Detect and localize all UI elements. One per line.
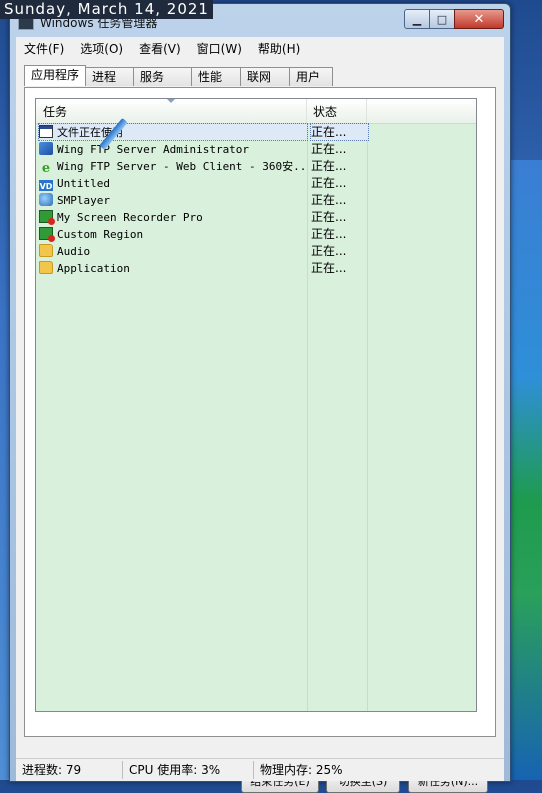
folder-icon — [39, 261, 53, 274]
task-status: 正在... — [311, 261, 347, 275]
memory-usage: 物理内存: 25% — [260, 763, 343, 777]
list-header: 任务 状态 — [36, 99, 476, 124]
recorder-icon — [39, 227, 55, 242]
maximize-button[interactable]: □ — [429, 9, 455, 29]
task-status: 正在... — [311, 244, 347, 258]
task-name: Untitled — [57, 177, 110, 190]
process-count: 进程数: 79 — [16, 761, 123, 779]
table-row[interactable]: 文件正在使用 正在... — [36, 123, 476, 141]
tab-services[interactable]: 服务 — [133, 67, 193, 86]
table-row[interactable]: Custom Region 正在... — [36, 226, 476, 243]
tab-applications[interactable]: 应用程序 — [24, 65, 87, 86]
task-name: SMPlayer — [57, 194, 110, 207]
task-status: 正在... — [310, 123, 369, 141]
column-header-status[interactable]: 状态 — [307, 99, 367, 123]
menu-bar: 文件(F) 选项(O) 查看(V) 窗口(W) 帮助(H) — [16, 37, 504, 59]
wing-ftp-icon — [39, 142, 53, 155]
task-name: My Screen Recorder Pro — [57, 211, 203, 224]
cpu-usage: CPU 使用率: 3% — [123, 761, 254, 779]
tab-strip: 应用程序 进程 服务 性能 联网 用户 — [24, 65, 334, 87]
date-overlay: Sunday, March 14, 2021 — [0, 0, 213, 19]
task-name: Wing FTP Server Administrator — [57, 143, 250, 156]
smplayer-icon — [39, 193, 53, 206]
task-status: 正在... — [311, 159, 347, 173]
tab-users[interactable]: 用户 — [289, 67, 334, 86]
task-status: 正在... — [311, 227, 347, 241]
maximize-icon: □ — [436, 12, 448, 26]
menu-help[interactable]: 帮助(H) — [250, 40, 308, 57]
window-icon — [39, 125, 53, 138]
table-row[interactable]: SMPlayer 正在... — [36, 192, 476, 209]
table-row[interactable]: Audio 正在... — [36, 243, 476, 260]
applications-panel: 任务 状态 文件正在使用 正在... Wing FTP Server Admin… — [24, 87, 496, 737]
vd-icon: VD — [39, 180, 53, 191]
minimize-button[interactable]: ▁ — [404, 9, 430, 29]
tab-networking[interactable]: 联网 — [240, 67, 291, 86]
task-status: 正在... — [311, 210, 347, 224]
task-status: 正在... — [311, 193, 347, 207]
table-row[interactable]: e Wing FTP Server - Web Client - 360安... … — [36, 158, 476, 175]
task-name: Wing FTP Server - Web Client - 360安... — [57, 160, 307, 173]
tab-performance[interactable]: 性能 — [191, 67, 242, 86]
task-list[interactable]: 任务 状态 文件正在使用 正在... Wing FTP Server Admin… — [35, 98, 477, 712]
table-row[interactable]: My Screen Recorder Pro 正在... — [36, 209, 476, 226]
ie-icon: e — [41, 161, 51, 174]
task-name: Audio — [57, 245, 91, 258]
client-area: 应用程序 进程 服务 性能 联网 用户 任务 状态 文件正在使用 正在... W… — [16, 59, 504, 793]
table-row[interactable]: Application 正在... — [36, 260, 476, 277]
task-name: Custom Region — [57, 228, 144, 241]
menu-file[interactable]: 文件(F) — [16, 40, 72, 57]
menu-options[interactable]: 选项(O) — [72, 40, 131, 57]
close-button[interactable]: ✕ — [454, 9, 504, 29]
close-icon: ✕ — [473, 11, 485, 27]
table-row[interactable]: VD Untitled 正在... — [36, 175, 476, 192]
task-name: Application — [57, 262, 130, 275]
menu-window[interactable]: 窗口(W) — [189, 40, 250, 57]
recorder-icon — [39, 210, 55, 225]
task-status: 正在... — [311, 142, 347, 156]
task-status: 正在... — [311, 176, 347, 190]
folder-icon — [39, 244, 53, 257]
tab-processes[interactable]: 进程 — [85, 67, 135, 86]
sort-indicator-icon — [167, 99, 175, 103]
task-manager-window: Windows 任务管理器 ▁ □ ✕ 文件(F) 选项(O) 查看(V) 窗口… — [9, 3, 511, 793]
minimize-icon: ▁ — [412, 12, 422, 26]
menu-view[interactable]: 查看(V) — [131, 40, 189, 57]
status-bar: 进程数: 79 CPU 使用率: 3% 物理内存: 25% — [16, 758, 504, 781]
